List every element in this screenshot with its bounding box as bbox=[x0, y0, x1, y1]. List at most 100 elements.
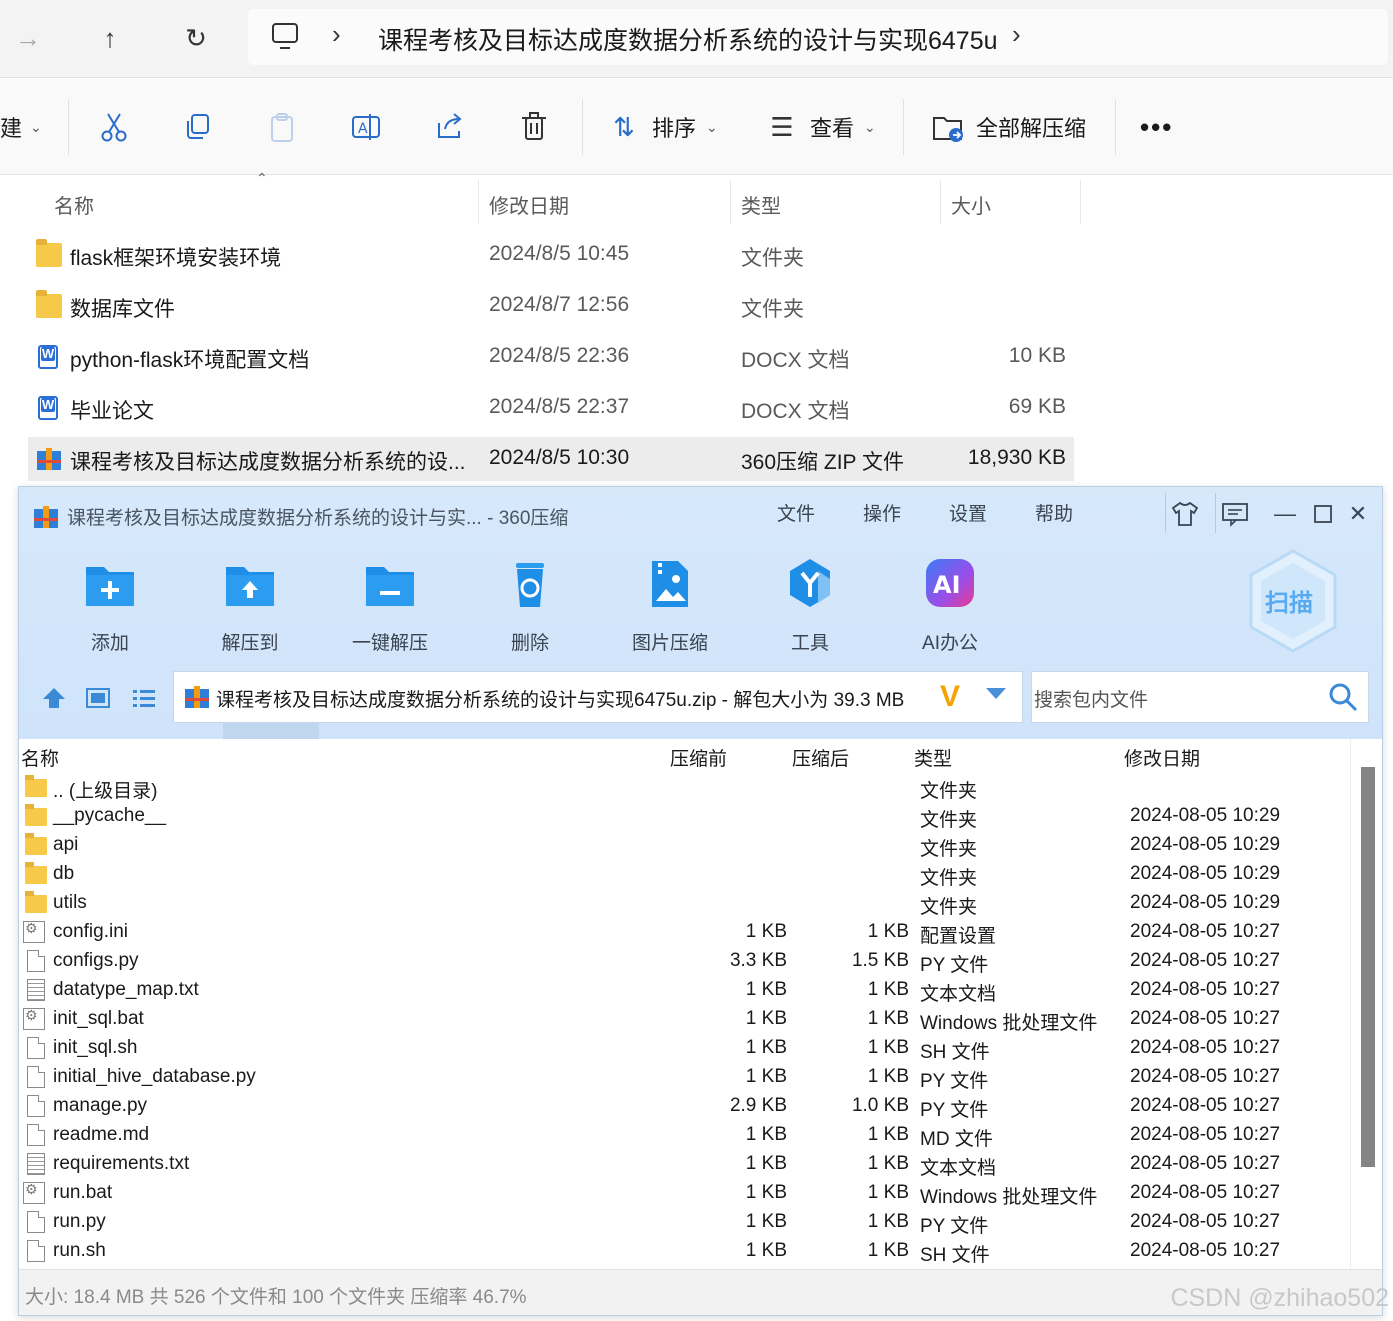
scrollbar-thumb[interactable] bbox=[1361, 767, 1375, 1167]
archive-entry-row[interactable]: init_sql.bat 1 KB 1 KB Windows 批处理文件 2024-08… bbox=[19, 1005, 1349, 1034]
feedback-icon[interactable] bbox=[1217, 497, 1253, 531]
archive-entry-row[interactable]: db 文件夹 2024-08-05 10:29 bbox=[19, 860, 1349, 889]
minimize-icon[interactable]: — bbox=[1267, 497, 1303, 531]
column-divider[interactable] bbox=[1080, 180, 1081, 224]
up-arrow-icon[interactable]: ↑ bbox=[90, 18, 130, 58]
tools-button[interactable]: 工具 bbox=[755, 557, 865, 657]
column-name[interactable]: 名称 bbox=[21, 744, 59, 771]
v-logo-icon[interactable]: V bbox=[940, 680, 960, 714]
breadcrumb-folder[interactable]: 课程考核及目标达成度数据分析系统的设计与实现6475u bbox=[378, 21, 998, 57]
paste-button[interactable] bbox=[264, 107, 300, 147]
copy-icon bbox=[187, 114, 209, 139]
archive-entry-row[interactable]: utils 文件夹 2024-08-05 10:29 bbox=[19, 889, 1349, 918]
archive-file-list: .. (上级目录) 文件夹 __pycache__ 文件夹 2024-08-05 10:… bbox=[19, 773, 1349, 1263]
entry-size-before: 1 KB bbox=[745, 1008, 787, 1029]
up-level-icon[interactable] bbox=[37, 681, 71, 715]
archive-entry-row[interactable]: run.bat 1 KB 1 KB Windows 批处理文件 2024-08-05 1… bbox=[19, 1179, 1349, 1208]
column-header-name[interactable]: 名称 bbox=[54, 184, 94, 224]
cut-button[interactable] bbox=[96, 107, 132, 147]
one-click-extract-button[interactable]: 一键解压 bbox=[335, 557, 445, 657]
menu-help[interactable]: 帮助 bbox=[1035, 499, 1073, 526]
scan-button[interactable]: 扫描 bbox=[1247, 549, 1339, 653]
entry-type: 文件夹 bbox=[920, 781, 978, 802]
add-button[interactable]: 添加 bbox=[55, 557, 165, 657]
archive-search-input[interactable]: 搜索包内文件 bbox=[1031, 671, 1369, 723]
column-header-date[interactable]: 修改日期 bbox=[489, 184, 569, 224]
new-button[interactable]: 建 ⌄ bbox=[0, 107, 42, 147]
archive-entry-row[interactable]: run.py 1 KB 1 KB PY 文件 2024-08-05 10:27 bbox=[19, 1208, 1349, 1237]
dropdown-arrow-icon[interactable] bbox=[986, 688, 1006, 699]
breadcrumb-chevron-icon[interactable]: › bbox=[1012, 19, 1021, 50]
delete-archive-button[interactable]: 删除 bbox=[475, 557, 585, 657]
vertical-scrollbar[interactable] bbox=[1350, 739, 1382, 1269]
share-button[interactable] bbox=[432, 107, 468, 147]
copy-button[interactable] bbox=[180, 107, 216, 147]
column-before[interactable]: 压缩前 bbox=[670, 744, 727, 771]
archive-entry-row[interactable]: initial_hive_database.py 1 KB 1 KB PY 文件 202… bbox=[19, 1063, 1349, 1092]
archive-entry-row[interactable]: readme.md 1 KB 1 KB MD 文件 2024-08-05 10:27 bbox=[19, 1121, 1349, 1150]
column-divider[interactable] bbox=[478, 180, 479, 224]
archive-entry-row[interactable]: datatype_map.txt 1 KB 1 KB 文本文档 2024-08-05 1… bbox=[19, 976, 1349, 1005]
entry-name: requirements.txt bbox=[53, 1153, 190, 1174]
explorer-nav-bar: → ↑ ↻ › 课程考核及目标达成度数据分析系统的设计与实现6475u › bbox=[0, 0, 1393, 78]
file-row[interactable]: 毕业论文 2024/8/5 22:37 DOCX 文档 69 KB bbox=[28, 386, 1074, 430]
search-icon[interactable] bbox=[1328, 682, 1358, 712]
menu-operation[interactable]: 操作 bbox=[863, 499, 901, 526]
entry-name: readme.md bbox=[53, 1124, 150, 1145]
extract-all-button[interactable]: 全部解压缩 bbox=[930, 107, 1086, 147]
archive-entry-row[interactable]: run.sh 1 KB 1 KB SH 文件 2024-08-05 10:27 bbox=[19, 1237, 1349, 1263]
address-bar[interactable]: › 课程考核及目标达成度数据分析系统的设计与实现6475u › bbox=[248, 9, 1388, 65]
column-after[interactable]: 压缩后 bbox=[792, 744, 849, 771]
menu-file[interactable]: 文件 bbox=[777, 499, 815, 526]
menu-settings[interactable]: 设置 bbox=[949, 499, 987, 526]
column-type[interactable]: 类型 bbox=[914, 744, 952, 771]
text-file-icon bbox=[27, 1153, 45, 1175]
maximize-icon[interactable] bbox=[1305, 497, 1341, 531]
view-button[interactable]: ☰ 查看 ⌄ bbox=[764, 107, 875, 147]
entry-size-before: 1 KB bbox=[745, 1037, 787, 1058]
entry-type: 文件夹 bbox=[920, 839, 978, 860]
sort-button[interactable]: ⇅ 排序 ⌄ bbox=[606, 107, 718, 147]
column-header-size[interactable]: 大小 bbox=[951, 184, 991, 224]
archive-entry-row[interactable]: init_sql.sh 1 KB 1 KB SH 文件 2024-08-05 10:27 bbox=[19, 1034, 1349, 1063]
delete-button[interactable] bbox=[516, 107, 552, 147]
skin-shirt-icon[interactable] bbox=[1167, 497, 1203, 531]
file-row-selected[interactable]: 课程考核及目标达成度数据分析系统的设... 2024/8/5 10:30 360… bbox=[28, 437, 1074, 481]
tools-label: 工具 bbox=[790, 633, 829, 654]
archive-entry-row[interactable]: .. (上级目录) 文件夹 bbox=[19, 773, 1349, 802]
entry-date: 2024-08-05 10:27 bbox=[1130, 950, 1281, 971]
image-compress-button[interactable]: 图片压缩 bbox=[615, 557, 725, 657]
column-header-type[interactable]: 类型 bbox=[741, 184, 781, 224]
column-divider[interactable] bbox=[940, 180, 941, 224]
rename-button[interactable]: A bbox=[348, 107, 384, 147]
thumbnail-view-icon[interactable] bbox=[81, 681, 115, 715]
archive-entry-row[interactable]: config.ini 1 KB 1 KB 配置设置 2024-08-05 10:27 bbox=[19, 918, 1349, 947]
breadcrumb-chevron-icon[interactable]: › bbox=[332, 19, 341, 50]
file-icon bbox=[27, 1124, 45, 1146]
column-divider[interactable] bbox=[730, 180, 731, 224]
ai-office-button[interactable]: AI AI办公 bbox=[895, 557, 1005, 657]
extract-to-button[interactable]: 解压到 bbox=[195, 557, 305, 657]
file-row[interactable]: python-flask环境配置文档 2024/8/5 22:36 DOCX 文… bbox=[28, 335, 1074, 379]
forward-arrow-icon[interactable]: → bbox=[8, 18, 48, 58]
list-view-icon[interactable] bbox=[127, 681, 161, 715]
file-row[interactable]: 数据库文件 2024/8/7 12:56 文件夹 bbox=[28, 284, 1074, 328]
archive-entry-row[interactable]: requirements.txt 1 KB 1 KB 文本文档 2024-08-05 1… bbox=[19, 1150, 1349, 1179]
search-placeholder: 搜索包内文件 bbox=[1034, 690, 1149, 711]
tools-icon bbox=[790, 559, 830, 607]
close-icon[interactable]: ✕ bbox=[1340, 497, 1376, 531]
toolbar-divider bbox=[582, 99, 583, 155]
file-row[interactable]: flask框架环境安装环境 2024/8/5 10:45 文件夹 bbox=[28, 233, 1074, 277]
more-options-icon[interactable]: ••• bbox=[1140, 107, 1173, 147]
archive-entry-row[interactable]: configs.py 3.3 KB 1.5 KB PY 文件 2024-08-05 10… bbox=[19, 947, 1349, 976]
refresh-icon[interactable]: ↻ bbox=[176, 18, 216, 58]
archive-path-field[interactable]: 课程考核及目标达成度数据分析系统的设计与实现6475u.zip - 解包大小为 … bbox=[173, 671, 1023, 723]
archive-entry-row[interactable]: api 文件夹 2024-08-05 10:29 bbox=[19, 831, 1349, 860]
archive-entry-row[interactable]: manage.py 2.9 KB 1.0 KB PY 文件 2024-08-05 10:… bbox=[19, 1092, 1349, 1121]
entry-size-after: 1 KB bbox=[867, 1008, 909, 1029]
column-date[interactable]: 修改日期 bbox=[1124, 744, 1200, 771]
entry-size-before: 2.9 KB bbox=[729, 1095, 787, 1116]
archive-entry-row[interactable]: __pycache__ 文件夹 2024-08-05 10:29 bbox=[19, 802, 1349, 831]
entry-name: .. (上级目录) bbox=[53, 781, 158, 802]
entry-date: 2024-08-05 10:27 bbox=[1130, 1124, 1281, 1145]
